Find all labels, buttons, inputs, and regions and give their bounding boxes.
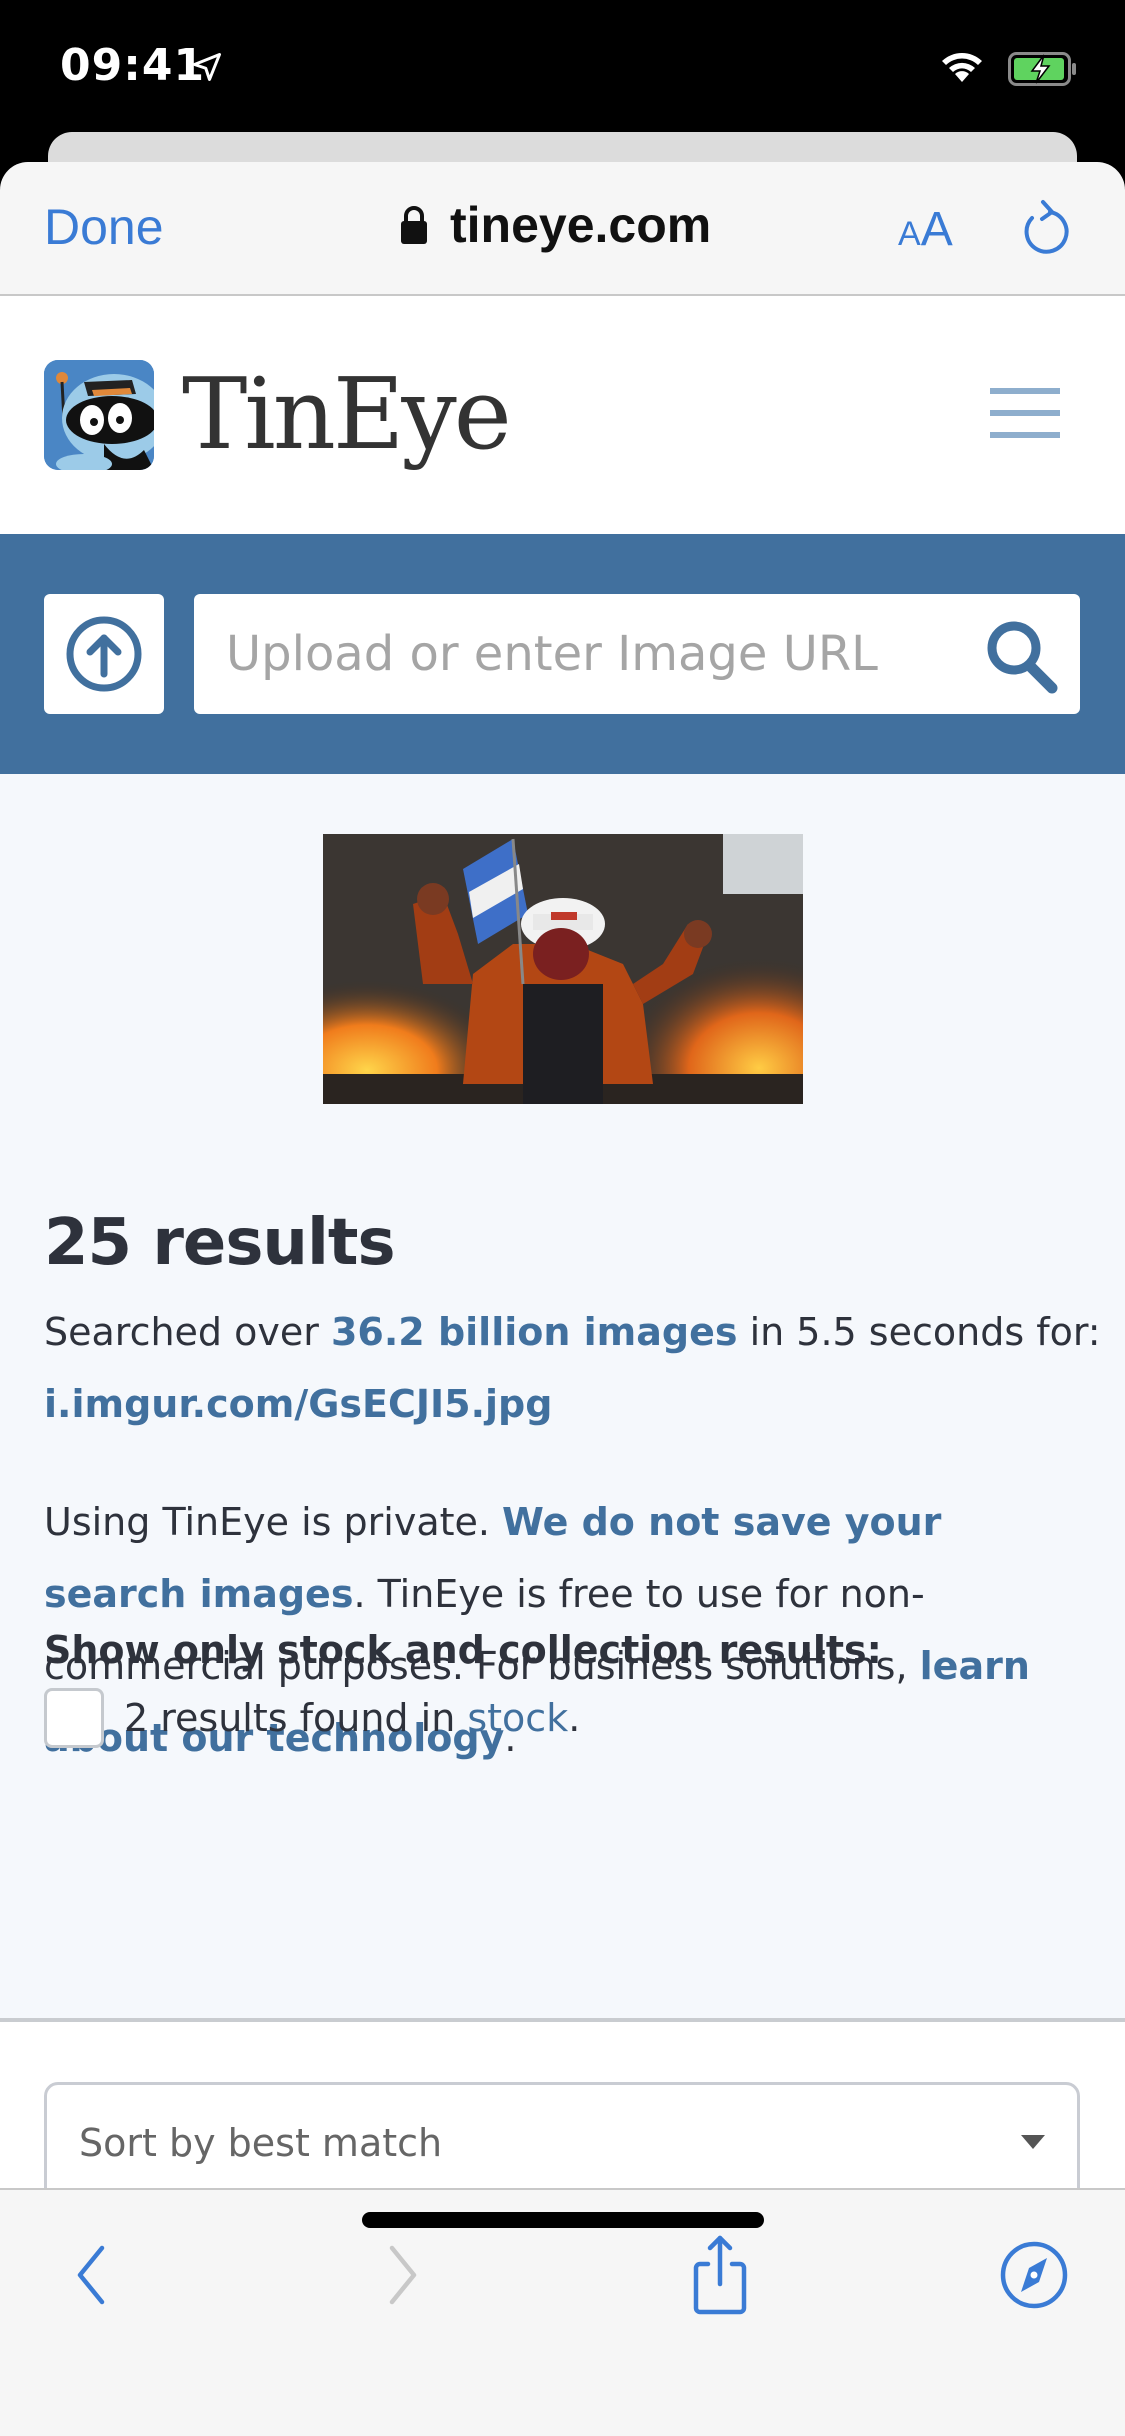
address-bar[interactable]: tineye.com [400,196,711,254]
done-button[interactable]: Done [44,198,164,256]
text-size-small: A [898,215,921,253]
search-summary-prefix: Searched over [44,1310,331,1354]
query-url-line: i.imgur.com/GsECJI5.jpg [44,1368,552,1440]
stock-filter-checkbox[interactable] [44,1688,104,1748]
url-text: tineye.com [450,197,712,253]
status-bar: 09:41 [0,0,1125,150]
stock-text-prefix: 2 results found in [124,1696,468,1740]
browser-header: Done tineye.com AA [0,162,1125,296]
site-logo-text[interactable]: TinEye [182,358,512,472]
caret-down-icon [1021,2135,1045,2149]
text-size-big: A [920,203,953,256]
back-button[interactable] [50,2230,130,2320]
stock-filter-row: 2 results found in stock. [44,1688,580,1748]
forward-icon [389,2245,417,2305]
web-page: TinEye Upload or enter Image URL 25 resu… [0,296,1125,2188]
status-time: 09:41 [60,40,206,91]
search-icon[interactable] [980,614,1062,696]
safari-compass-icon [1000,2241,1068,2309]
image-url-input[interactable] [226,594,966,714]
wifi-icon [942,53,982,82]
open-in-safari-button[interactable] [994,2230,1074,2320]
query-url-link[interactable]: i.imgur.com/GsECJI5.jpg [44,1382,552,1426]
tineye-robot-logo-icon[interactable] [44,360,154,470]
indexed-images-link[interactable]: 36.2 billion images [331,1310,738,1354]
query-image-thumbnail[interactable] [323,834,803,1104]
location-arrow-icon [193,53,221,81]
upload-arrow-icon [66,616,142,692]
stock-filter-label: Show only stock and collection results: [44,1628,882,1672]
site-header: TinEye [0,296,1125,534]
hamburger-icon[interactable] [990,388,1060,438]
text-size-button[interactable]: AA [898,202,953,257]
lock-icon [401,206,427,244]
share-button[interactable] [680,2230,760,2320]
reload-icon[interactable] [1016,198,1072,260]
sort-dropdown[interactable]: Sort by best match [44,2082,1080,2202]
back-icon [77,2245,105,2305]
stock-filter-text: 2 results found in stock. [124,1696,580,1740]
battery-charging-icon [1008,52,1076,86]
search-box [194,594,1080,714]
search-summary-suffix: in 5.5 seconds for: [737,1310,1101,1354]
privacy-text-1: Using TinEye is private. [44,1500,503,1544]
forward-button[interactable] [364,2230,444,2320]
sort-selected-value: Sort by best match [79,2121,443,2165]
stock-text-suffix: . [568,1696,581,1740]
upload-button[interactable] [44,594,164,714]
results-count-heading: 25 results [44,1206,396,1280]
search-summary: Searched over 36.2 billion images in 5.5… [44,1296,1104,1368]
home-indicator [362,2212,764,2228]
share-icon [693,2235,747,2315]
search-band [0,534,1125,774]
stock-link[interactable]: stock [467,1696,568,1740]
